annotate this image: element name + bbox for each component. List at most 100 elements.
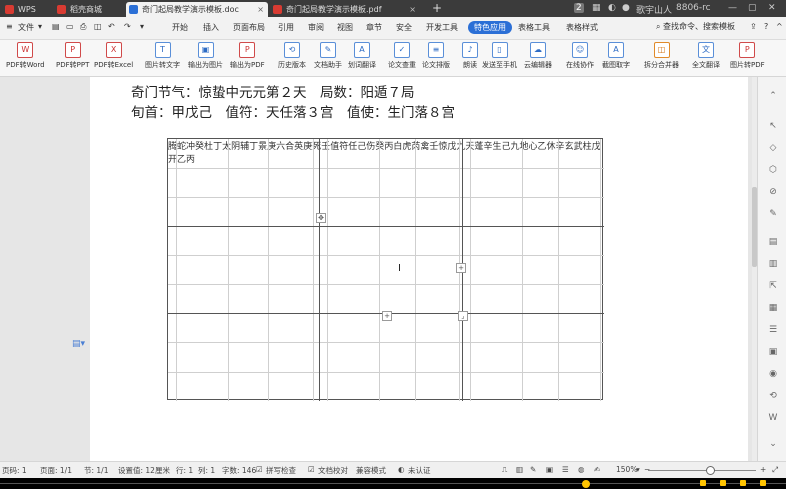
file-menu[interactable]: 文件 bbox=[18, 22, 34, 33]
export-image-button[interactable]: ▣ 输出为图片 bbox=[188, 42, 223, 70]
layout-icon[interactable]: ▦ bbox=[592, 3, 601, 13]
pages-icon[interactable]: ▥ bbox=[768, 259, 778, 269]
table-icon[interactable]: ▦ bbox=[768, 303, 778, 313]
tab-docer-store[interactable]: 稻壳商城 bbox=[54, 2, 124, 17]
page-count[interactable]: 页面: 1/1 bbox=[40, 465, 72, 476]
palace-star[interactable]: 任 bbox=[348, 142, 357, 152]
help-icon[interactable]: ? bbox=[764, 22, 768, 31]
cloud-editor-button[interactable]: ☁ 云编辑器 bbox=[524, 42, 552, 70]
fullscreen-icon[interactable]: ⤢ bbox=[772, 465, 778, 475]
menu-special-apps[interactable]: 特色应用 bbox=[468, 21, 512, 34]
menu-start[interactable]: 开始 bbox=[172, 22, 188, 33]
history-side-icon[interactable]: ⟲ bbox=[768, 391, 778, 401]
tab-wps[interactable]: WPS bbox=[2, 2, 54, 17]
write-mode-icon[interactable]: ✍ bbox=[594, 465, 600, 474]
center-side-stem[interactable]: 丙 bbox=[186, 155, 195, 165]
palace-star[interactable]: 辅 bbox=[240, 142, 249, 152]
tab-pdf-file[interactable]: 奇门起局教学演示模板.pdf × bbox=[270, 2, 420, 17]
palace-heaven-stem[interactable]: 庚 bbox=[303, 142, 312, 152]
menu-security[interactable]: 安全 bbox=[396, 22, 412, 33]
zoom-level[interactable]: 150% bbox=[616, 465, 637, 474]
pdf-to-word-button[interactable]: W PDF转Word bbox=[6, 42, 45, 70]
table-handle-icon[interactable]: ⌟ bbox=[458, 311, 468, 321]
menu-table-style[interactable]: 表格样式 bbox=[566, 22, 598, 33]
online-collab-button[interactable]: ☺ 在线协作 bbox=[566, 42, 594, 70]
skin-icon[interactable]: ◐ bbox=[608, 3, 616, 13]
plagiarism-check-button[interactable]: ✓ 论文查重 bbox=[388, 42, 416, 70]
word-translate-button[interactable]: A 划词翻译 bbox=[348, 42, 376, 70]
split-merge-button[interactable]: ◫ 拆分合并器 bbox=[644, 42, 679, 70]
web-view-icon[interactable]: ◍ bbox=[578, 465, 585, 474]
palace-god[interactable]: 玄武 bbox=[565, 142, 583, 152]
page-view-icon[interactable]: ▣ bbox=[546, 465, 553, 474]
pointer-icon[interactable]: ↖ bbox=[768, 121, 778, 131]
zoom-dropdown-icon[interactable]: ▾ bbox=[636, 465, 640, 474]
palace-god[interactable]: 值符 bbox=[330, 142, 348, 152]
table-handle-icon[interactable]: + bbox=[456, 263, 466, 273]
setting-value[interactable]: 设置值: 12厘米 bbox=[118, 465, 170, 476]
palace-door[interactable]: 杜 bbox=[204, 142, 213, 152]
open-icon[interactable]: ▭ bbox=[66, 22, 74, 31]
menu-references[interactable]: 引用 bbox=[278, 22, 294, 33]
cert-status[interactable]: 未认证 bbox=[408, 465, 431, 476]
palace-god[interactable]: 腾蛇 bbox=[168, 142, 186, 152]
new-tab-button[interactable]: + bbox=[432, 1, 442, 15]
close-tab-icon[interactable]: × bbox=[409, 2, 416, 17]
limit-icon[interactable]: ⊘ bbox=[768, 187, 778, 197]
palace-star[interactable]: 心 bbox=[529, 142, 538, 152]
palace-earth-stem[interactable]: 壬 bbox=[321, 142, 330, 152]
palace-heaven-stem[interactable]: 己 bbox=[357, 142, 366, 152]
palace-heaven-stem[interactable]: 癸 bbox=[195, 142, 204, 152]
send-to-phone-button[interactable]: ▯ 发送至手机 bbox=[482, 42, 517, 70]
menu-developer[interactable]: 开发工具 bbox=[426, 22, 458, 33]
document-icon[interactable]: ▤ bbox=[768, 237, 778, 247]
palace-star[interactable]: 柱 bbox=[583, 142, 592, 152]
menu-review[interactable]: 审阅 bbox=[308, 22, 324, 33]
palace-earth-stem[interactable]: 丙 bbox=[384, 142, 393, 152]
maximize-icon[interactable]: ▢ bbox=[748, 3, 757, 13]
close-window-icon[interactable]: ✕ bbox=[768, 3, 776, 13]
export-pdf-button[interactable]: P 输出为PDF bbox=[230, 42, 265, 70]
player-control-icon[interactable] bbox=[720, 480, 726, 486]
doc-proofread[interactable]: 文档校对 bbox=[318, 465, 348, 476]
pdf-to-excel-button[interactable]: X PDF转Excel bbox=[94, 42, 133, 70]
chevron-up-icon[interactable]: ⌃ bbox=[768, 91, 778, 101]
navigation-icon[interactable]: ◉ bbox=[768, 369, 778, 379]
full-translate-button[interactable]: 文全文翻译 bbox=[692, 42, 720, 70]
chevron-down-icon[interactable]: ⌄ bbox=[768, 439, 778, 449]
reading-mode-icon[interactable]: ⎍ bbox=[502, 465, 507, 475]
menu-view[interactable]: 视图 bbox=[337, 22, 353, 33]
shape-icon[interactable]: ⬡ bbox=[768, 165, 778, 175]
user-name[interactable]: 歌宇山人 bbox=[636, 3, 672, 16]
table-handle-icon[interactable]: + bbox=[382, 311, 392, 321]
palace-heaven-stem[interactable]: 丁 bbox=[249, 142, 258, 152]
undo-icon[interactable]: ↶ bbox=[108, 22, 115, 31]
palace-god[interactable]: 六合 bbox=[276, 142, 294, 152]
print-icon[interactable]: ⎙ bbox=[80, 22, 86, 32]
image-icon[interactable]: ▣ bbox=[768, 347, 778, 357]
doc-assistant-button[interactable]: ✎ 文档助手 bbox=[314, 42, 342, 70]
wps-side-icon[interactable]: W bbox=[768, 413, 778, 423]
minimize-icon[interactable]: — bbox=[728, 3, 737, 13]
hamburger-icon[interactable]: ≡ bbox=[6, 22, 13, 31]
pen-mode-icon[interactable]: ✎ bbox=[530, 465, 536, 474]
progress-track[interactable] bbox=[0, 483, 786, 484]
palace-god[interactable]: 九地 bbox=[510, 142, 528, 152]
palace-earth-stem[interactable]: 乙 bbox=[177, 155, 186, 165]
palace-door[interactable]: 伤 bbox=[366, 142, 375, 152]
page-code[interactable]: 页码: 1 bbox=[2, 465, 27, 476]
palace-star[interactable]: 冲 bbox=[186, 142, 195, 152]
share-icon[interactable]: ⇪ bbox=[750, 22, 757, 31]
progress-thumb[interactable] bbox=[582, 480, 590, 488]
redo-icon[interactable]: ↷ bbox=[124, 22, 131, 31]
palace-god[interactable]: 白虎 bbox=[393, 142, 411, 152]
menu-chapter[interactable]: 章节 bbox=[366, 22, 382, 33]
player-control-icon[interactable] bbox=[760, 480, 766, 486]
more-icon[interactable]: ▾ bbox=[140, 22, 144, 31]
palace-earth-stem[interactable]: 辛 bbox=[556, 142, 565, 152]
palace-star[interactable]: 英 bbox=[294, 142, 303, 152]
tab-doc-file[interactable]: 奇门起局教学演示模板.doc × bbox=[126, 2, 268, 17]
menu-page-layout[interactable]: 页面布局 bbox=[233, 22, 265, 33]
palace-god[interactable]: 太阴 bbox=[222, 142, 240, 152]
palace-door[interactable]: 休 bbox=[547, 142, 556, 152]
